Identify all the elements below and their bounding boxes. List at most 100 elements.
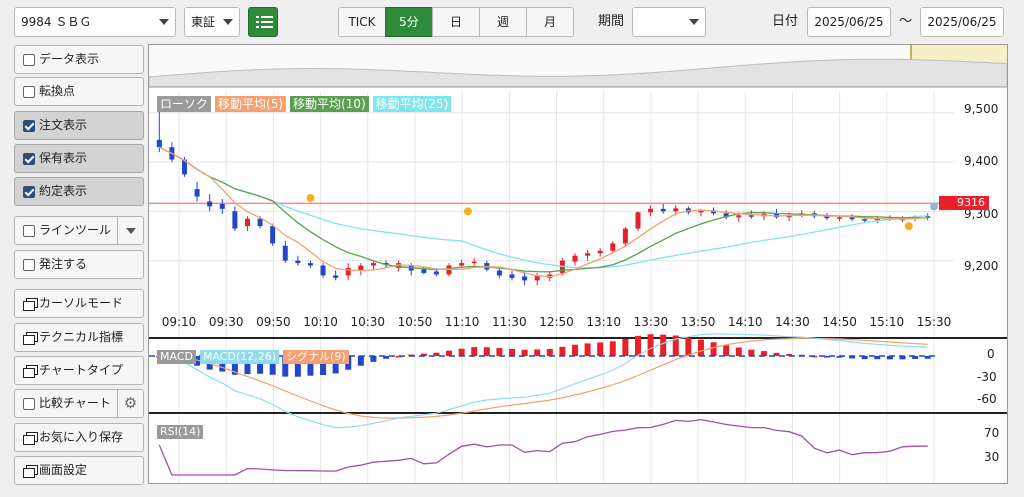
x-tick: 10:50 [397,315,433,329]
macd-histogram-bar [483,347,490,356]
macd-histogram-bar [546,349,553,356]
macd-histogram-bar [534,349,541,356]
sidebar-item-label: 転換点 [39,84,76,98]
place-order-toggle[interactable]: 発注する [14,250,144,279]
current-price-badge: 9316 [939,196,989,210]
legend-ma25: 移動平均(25) [372,96,452,112]
market-select[interactable]: 東証 [184,7,240,37]
macd-histogram-bar [660,334,667,356]
x-tick: 14:10 [727,315,763,329]
legend-macd-params: MACD(12,26) [199,350,280,364]
tab-week[interactable]: 週 [479,7,527,37]
candle-body [748,215,754,217]
candle-body [610,243,616,251]
legend-ma5: 移動平均(5) [215,96,287,112]
window-icon [23,465,38,478]
holdings-display-toggle[interactable]: 保有表示 [14,144,144,173]
macd-histogram-bar [597,342,604,356]
checkbox-icon [23,86,35,98]
chart-area[interactable]: ローソク 移動平均(5) 移動平均(10) 移動平均(25) MACD MACD… [148,44,1008,484]
price-legend: ローソク 移動平均(5) 移動平均(10) 移動平均(25) [157,96,452,112]
technical-indicators-button[interactable]: テクニカル指標 [14,323,144,352]
date-label: 日付 [772,14,799,29]
candle-body [282,245,288,261]
screen-settings-button[interactable]: 画面設定 [14,456,144,485]
candle-body [219,203,225,209]
macd-histogram-bar [622,338,629,356]
candle-body [648,208,654,213]
compare-chart-toggle[interactable]: 比較チャート ⚙ [14,389,144,418]
candle-body [635,212,641,229]
cursor-mode-button[interactable]: カーソルモード [14,289,144,318]
legend-signal: シグナル(9) [283,350,349,364]
macd-histogram-bar [357,356,364,366]
chevron-down-icon [159,19,169,25]
symbol-value: 9984 ＳＢＧ [21,15,92,29]
data-display-toggle[interactable]: データ表示 [14,45,144,74]
line-tool-toggle[interactable]: ラインツール [14,216,144,245]
tab-day[interactable]: 日 [432,7,480,37]
period-select[interactable] [632,7,706,37]
candle-body [597,250,603,254]
symbol-select[interactable]: 9984 ＳＢＧ [14,7,176,37]
chart-type-button[interactable]: チャートタイプ [14,356,144,385]
legend-candle: ローソク [157,96,212,112]
sidebar-item-label: 比較チャート [39,396,111,410]
candle-body [471,261,477,264]
checkbox-icon [23,259,35,271]
candle-body [244,218,250,227]
y-tick: 9,400 [964,154,999,168]
checkbox-checked-icon [23,153,35,165]
x-tick: 13:10 [586,315,621,329]
checkbox-icon [23,54,35,66]
x-tick: 09:10 [161,315,197,329]
sidebar-item-label: 保有表示 [39,151,88,165]
market-value: 東証 [191,15,216,29]
legend-ma10: 移動平均(10) [290,96,369,112]
execution-display-toggle[interactable]: 約定表示 [14,177,144,206]
x-tick: 09:30 [208,315,244,329]
candle-body [207,201,213,207]
chevron-down-icon [223,19,233,25]
macd-histogram-bar [697,339,704,356]
checkbox-checked-icon [23,186,35,198]
sidebar-item-label: ラインツール [39,223,112,237]
window-icon [23,332,38,345]
macd-histogram-bar [521,349,528,356]
candle-body [736,215,742,218]
x-tick: 15:10 [869,315,905,329]
gear-icon[interactable]: ⚙ [117,390,143,417]
legend-rsi: RSI(14) [157,425,204,439]
candle-body [333,275,339,278]
turning-point-toggle[interactable]: 転換点 [14,77,144,106]
execution-marker [463,207,472,216]
date-to-input[interactable]: 2025/06/25 [920,7,1004,37]
save-favorite-button[interactable]: お気に入り保存 [14,423,144,452]
macd-histogram-bar [723,345,730,356]
candle-body [572,255,578,262]
sidebar-item-label: テクニカル指標 [39,330,124,344]
macd-histogram-bar [446,350,453,356]
date-from-input[interactable]: 2025/06/25 [807,7,891,37]
macd-tick: 0 [987,347,995,361]
checkbox-icon [23,398,35,410]
period-label: 期間 [598,14,625,29]
candle-body [459,263,465,266]
tab-month[interactable]: 月 [526,7,574,37]
ma10-line [159,146,928,273]
sidebar-item-label: チャートタイプ [39,363,123,377]
line-tool-dropdown[interactable] [117,217,143,244]
rsi-tick: 70 [984,426,1000,440]
candle-body [156,139,162,148]
list-view-button[interactable] [248,7,278,37]
sidebar-item-label: データ表示 [39,52,100,66]
tab-tick[interactable]: TICK [338,7,386,37]
order-display-toggle[interactable]: 注文表示 [14,111,144,140]
x-tick: 14:30 [775,315,810,329]
tab-5min[interactable]: 5分 [385,7,433,37]
x-tick: 12:50 [539,315,574,329]
candle-body [232,211,238,229]
macd-histogram-bar [584,343,591,356]
macd-tick: -60 [977,392,997,406]
checkbox-checked-icon [23,120,35,132]
